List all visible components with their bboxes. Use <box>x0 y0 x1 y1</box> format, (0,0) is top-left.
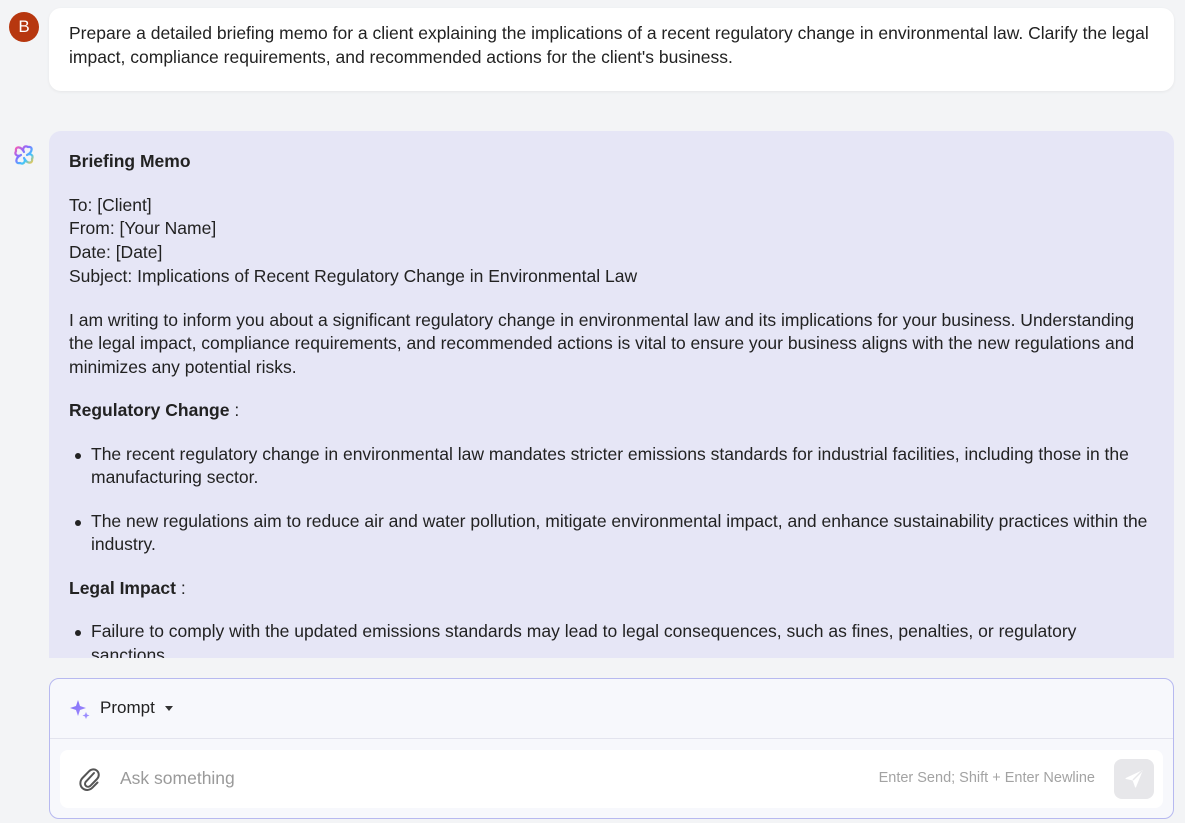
sparkle-icon <box>70 700 90 719</box>
send-icon <box>1125 770 1143 788</box>
section-heading-legal-impact: Legal Impact : <box>69 577 186 598</box>
send-hint: Enter Send; Shift + Enter Newline <box>878 770 1095 786</box>
send-button[interactable] <box>1114 759 1154 799</box>
section-heading-text: Legal Impact <box>69 577 176 598</box>
user-message: Prepare a detailed briefing memo for a c… <box>49 8 1174 91</box>
user-avatar: B <box>9 12 39 42</box>
memo-to: To: [Client] <box>69 194 152 215</box>
assistant-message: Briefing Memo To: [Client] From: [Your N… <box>49 131 1174 658</box>
section-heading-regulatory-change: Regulatory Change : <box>69 400 240 421</box>
paperclip-icon[interactable] <box>78 766 102 792</box>
section-heading-text: Regulatory Change <box>69 400 230 421</box>
prompt-mode-label: Prompt <box>100 698 155 717</box>
bullet-list: Failure to comply with the updated emiss… <box>69 620 1154 658</box>
memo-subject: Subject: Implications of Recent Regulato… <box>69 265 638 286</box>
memo-from: From: [Your Name] <box>69 218 217 239</box>
prompt-mode-selector[interactable]: Prompt <box>50 679 1173 739</box>
list-item: The recent regulatory change in environm… <box>75 443 1154 490</box>
bullet-list: The recent regulatory change in environm… <box>69 443 1154 557</box>
list-item: Failure to comply with the updated emiss… <box>75 620 1154 658</box>
chat-scroll-area[interactable]: B Prepare a detailed briefing memo for a… <box>0 0 1185 658</box>
user-message-text: Prepare a detailed briefing memo for a c… <box>69 23 1149 67</box>
input-box: Enter Send; Shift + Enter Newline <box>60 750 1163 808</box>
memo-meta: To: [Client] From: [Your Name] Date: [Da… <box>69 194 1154 289</box>
ask-input[interactable] <box>120 764 820 792</box>
list-item: The new regulations aim to reduce air an… <box>75 510 1154 557</box>
memo-title: Briefing Memo <box>69 151 191 171</box>
memo-date: Date: [Date] <box>69 242 163 263</box>
caret-down-icon <box>165 706 173 711</box>
memo-intro: I am writing to inform you about a signi… <box>69 309 1135 377</box>
composer: Prompt Enter Send; Shift + Enter Newline <box>49 678 1174 819</box>
ai-logo-icon <box>14 145 34 165</box>
